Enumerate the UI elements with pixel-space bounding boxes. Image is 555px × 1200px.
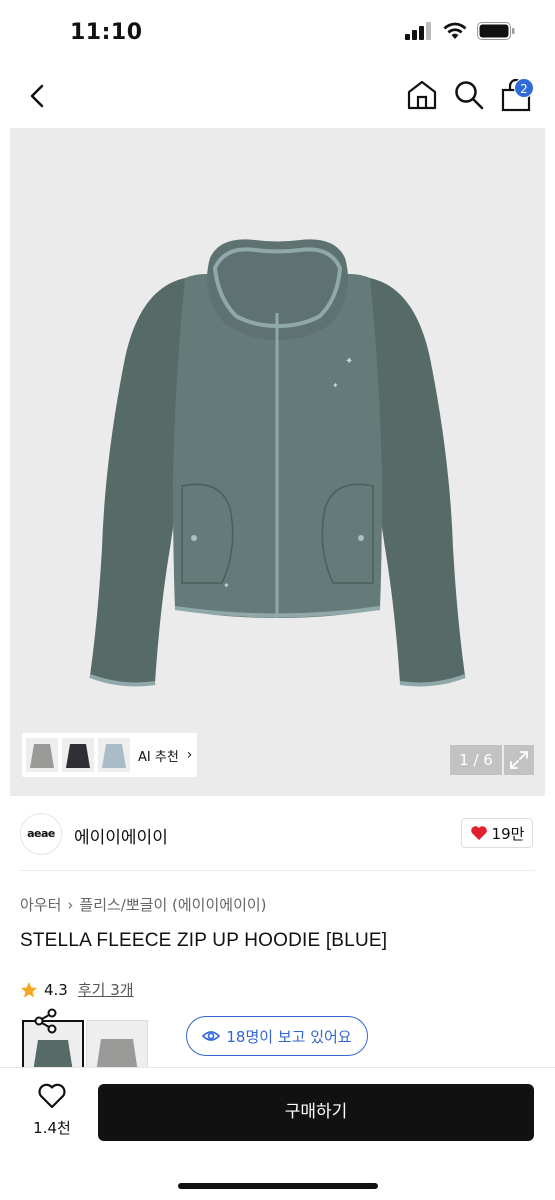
rating-value: 4.3 xyxy=(44,980,68,999)
bottom-action-bar: 1.4천 구매하기 xyxy=(0,1067,555,1200)
wishlist-count: 1.4천 xyxy=(33,1119,71,1137)
ai-recommend-label: AI 추천 xyxy=(138,749,179,765)
eye-icon xyxy=(202,1031,221,1041)
recommend-thumb-3[interactable] xyxy=(98,738,130,772)
signal-icon xyxy=(405,22,431,40)
recommend-thumb-1[interactable] xyxy=(26,738,58,772)
chevron-right-icon: › xyxy=(186,747,193,763)
brand-like-button[interactable]: 19만 xyxy=(461,818,533,848)
status-time: 11:10 xyxy=(70,20,143,45)
svg-text:✦: ✦ xyxy=(332,381,339,390)
variant-gray[interactable] xyxy=(86,1020,148,1068)
recommend-thumb-2[interactable] xyxy=(62,738,94,772)
breadcrumb-item-fleece[interactable]: 플리스/뽀글이 (에이이에이이) xyxy=(79,894,266,915)
search-icon[interactable] xyxy=(452,78,486,112)
variant-gray-image xyxy=(87,1021,147,1068)
heart-filled-icon xyxy=(470,826,487,840)
image-counter: 1 / 6 xyxy=(450,745,502,775)
status-icons xyxy=(405,22,515,40)
review-link[interactable]: 후기 3개 xyxy=(78,979,134,1000)
back-icon[interactable] xyxy=(22,80,54,112)
wishlist-button[interactable]: 1.4천 xyxy=(20,1083,84,1145)
brand-logo[interactable]: aeae xyxy=(20,813,62,855)
rating-row: 4.3 후기 3개 xyxy=(20,979,134,1000)
breadcrumb: 아우터 › 플리스/뽀글이 (에이이에이이) xyxy=(20,894,267,915)
svg-text:✦: ✦ xyxy=(345,356,353,367)
viewers-badge: 18명이 보고 있어요 xyxy=(186,1016,368,1056)
status-bar: 11:10 xyxy=(0,0,555,66)
viewers-text: 18명이 보고 있어요 xyxy=(226,1027,352,1046)
home-indicator xyxy=(178,1183,378,1189)
battery-icon xyxy=(477,22,515,40)
buy-button[interactable]: 구매하기 xyxy=(98,1084,534,1141)
share-icon xyxy=(34,1008,57,1034)
share-button[interactable] xyxy=(30,1005,62,1037)
breadcrumb-separator: › xyxy=(67,895,74,914)
brand-name[interactable]: 에이이에이이 xyxy=(74,823,168,848)
hoodie-image: ✦ ✦ ✦ xyxy=(89,239,466,687)
brand-like-count: 19만 xyxy=(491,824,525,843)
star-icon xyxy=(21,981,37,997)
product-image-gallery[interactable]: ✦ ✦ ✦ AI 추천 › 1 / 6 xyxy=(10,128,545,796)
top-nav xyxy=(0,66,555,126)
home-icon[interactable] xyxy=(405,78,439,112)
expand-icon xyxy=(510,751,528,769)
wifi-icon xyxy=(443,22,467,39)
divider xyxy=(20,870,535,871)
product-title: STELLA FLEECE ZIP UP HOODIE [BLUE] xyxy=(20,930,388,951)
ai-recommendation-strip[interactable]: AI 추천 › xyxy=(22,733,197,777)
heart-outline-icon xyxy=(38,1083,66,1109)
cart-count-badge: 2 xyxy=(514,78,534,98)
expand-button[interactable] xyxy=(504,745,534,775)
breadcrumb-item-outer[interactable]: 아우터 xyxy=(20,894,61,915)
svg-text:✦: ✦ xyxy=(223,581,230,590)
